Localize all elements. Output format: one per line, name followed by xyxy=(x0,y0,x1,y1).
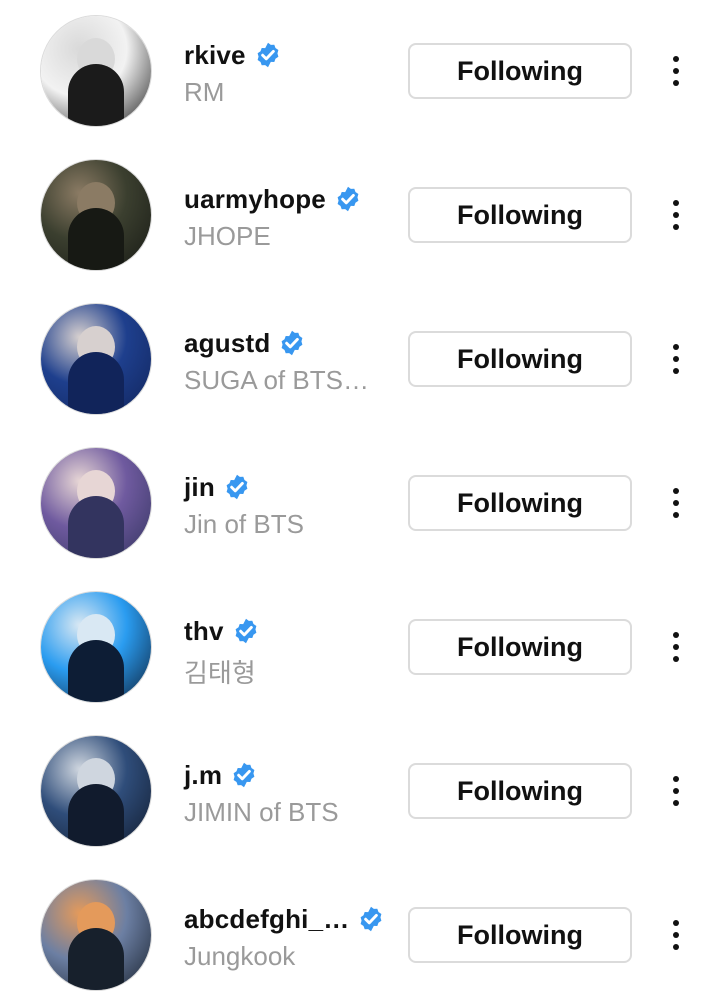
avatar[interactable] xyxy=(40,447,152,559)
more-options-icon[interactable] xyxy=(660,625,692,669)
more-options-icon[interactable] xyxy=(660,481,692,525)
more-options-icon[interactable] xyxy=(660,193,692,237)
avatar-body xyxy=(68,640,124,702)
account-text: thv 김태형 xyxy=(184,614,384,690)
handle-line: abcdefghi_… xyxy=(184,902,384,936)
verified-badge-icon xyxy=(233,762,255,788)
following-button[interactable]: Following xyxy=(408,475,632,531)
following-button[interactable]: Following xyxy=(408,43,632,99)
avatar[interactable] xyxy=(40,591,152,703)
account-text: agustd SUGA of BTS… xyxy=(184,326,384,396)
account-text: rkive RM xyxy=(184,38,384,108)
account-name: 김태형 xyxy=(184,658,256,688)
account-name: RM xyxy=(184,77,225,107)
account-name: JHOPE xyxy=(184,221,271,251)
account-row: uarmyhope JHOPE Following xyxy=(0,144,720,288)
avatar-body xyxy=(68,496,124,558)
following-button[interactable]: Following xyxy=(408,907,632,963)
account-row: j.m JIMIN of BTS Following xyxy=(0,720,720,864)
account-name: Jungkook xyxy=(184,941,296,971)
following-list: rkive RM Following uarmyhope JHOPE Follo… xyxy=(0,0,720,1008)
avatar[interactable] xyxy=(40,735,152,847)
following-button[interactable]: Following xyxy=(408,187,632,243)
avatar-body xyxy=(68,928,124,990)
avatar[interactable] xyxy=(40,159,152,271)
verified-badge-icon xyxy=(257,42,279,68)
account-handle[interactable]: abcdefghi_… xyxy=(184,904,349,935)
account-handle[interactable]: thv xyxy=(184,616,224,647)
account-row: agustd SUGA of BTS… Following xyxy=(0,288,720,432)
avatar[interactable] xyxy=(40,15,152,127)
account-text: jin Jin of BTS xyxy=(184,470,384,540)
verified-badge-icon xyxy=(226,474,248,500)
account-name: SUGA of BTS… xyxy=(184,365,369,395)
more-options-icon[interactable] xyxy=(660,337,692,381)
account-text: uarmyhope JHOPE xyxy=(184,182,384,252)
account-row: abcdefghi_… Jungkook Following xyxy=(0,864,720,1008)
account-text: abcdefghi_… Jungkook xyxy=(184,902,384,972)
more-options-icon[interactable] xyxy=(660,49,692,93)
account-handle[interactable]: agustd xyxy=(184,328,270,359)
following-button[interactable]: Following xyxy=(408,619,632,675)
handle-line: thv xyxy=(184,614,384,648)
verified-badge-icon xyxy=(361,906,382,932)
account-name: JIMIN of BTS xyxy=(184,797,339,827)
account-row: thv 김태형 Following xyxy=(0,576,720,720)
account-text: j.m JIMIN of BTS xyxy=(184,758,384,828)
avatar[interactable] xyxy=(40,879,152,991)
account-handle[interactable]: j.m xyxy=(184,760,222,791)
account-handle[interactable]: uarmyhope xyxy=(184,184,326,215)
avatar[interactable] xyxy=(40,303,152,415)
account-name: Jin of BTS xyxy=(184,509,304,539)
account-handle[interactable]: rkive xyxy=(184,40,246,71)
handle-line: agustd xyxy=(184,326,384,360)
verified-badge-icon xyxy=(235,618,256,644)
handle-line: uarmyhope xyxy=(184,182,384,216)
more-options-icon[interactable] xyxy=(660,769,692,813)
handle-line: jin xyxy=(184,470,384,504)
account-row: jin Jin of BTS Following xyxy=(0,432,720,576)
avatar-body xyxy=(68,64,124,126)
handle-line: rkive xyxy=(184,38,384,72)
avatar-body xyxy=(68,352,124,414)
account-row: rkive RM Following xyxy=(0,0,720,144)
verified-badge-icon xyxy=(337,186,359,212)
avatar-body xyxy=(68,208,124,270)
following-button[interactable]: Following xyxy=(408,763,632,819)
account-handle[interactable]: jin xyxy=(184,472,215,503)
avatar-body xyxy=(68,784,124,846)
handle-line: j.m xyxy=(184,758,384,792)
more-options-icon[interactable] xyxy=(660,913,692,957)
verified-badge-icon xyxy=(282,330,303,356)
following-button[interactable]: Following xyxy=(408,331,632,387)
